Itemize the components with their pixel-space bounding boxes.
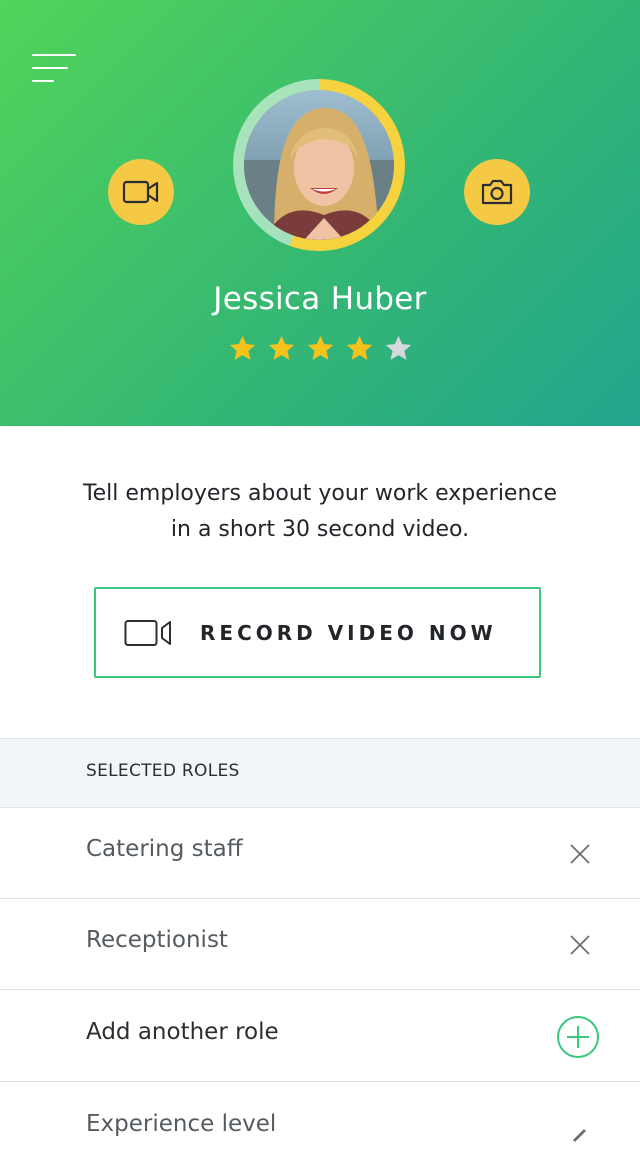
record-video-button[interactable]: RECORD VIDEO NOW [94, 587, 541, 678]
add-role-button[interactable] [556, 1015, 600, 1059]
hamburger-menu-icon [32, 54, 76, 56]
role-label: Receptionist [86, 927, 228, 953]
edit-experience-button[interactable] [560, 1113, 600, 1153]
add-role-label: Add another role [86, 1019, 279, 1045]
video-camera-icon [124, 619, 171, 646]
record-video-icon-button[interactable] [108, 159, 174, 225]
camera-icon [481, 179, 513, 205]
star-empty-icon [385, 335, 411, 360]
close-icon [570, 935, 590, 955]
plus-circle-icon [557, 1016, 599, 1058]
take-photo-icon-button[interactable] [464, 159, 530, 225]
star-filled-icon [229, 335, 255, 360]
profile-header: Jessica Huber [0, 0, 640, 426]
role-label: Catering staff [86, 836, 243, 862]
selected-roles-header: SELECTED ROLES [0, 738, 640, 808]
remove-role-button[interactable] [560, 925, 600, 965]
video-camera-icon [122, 180, 159, 204]
intro-line-1: Tell employers about your work experienc… [82, 481, 558, 506]
star-filled-icon [346, 335, 372, 360]
video-intro-text: Tell employers about your work experienc… [40, 476, 600, 548]
avatar[interactable] [244, 90, 394, 240]
profile-name: Jessica Huber [213, 281, 427, 317]
add-role-row[interactable]: Add another role [0, 991, 640, 1082]
record-video-label: RECORD VIDEO NOW [200, 620, 497, 645]
star-rating [0, 334, 640, 363]
role-row-catering-staff: Catering staff [0, 808, 640, 899]
role-row-receptionist: Receptionist [0, 899, 640, 990]
section-title: SELECTED ROLES [86, 761, 240, 781]
close-icon [570, 844, 590, 864]
star-filled-icon [268, 335, 294, 360]
experience-level-row[interactable]: Experience level [0, 1083, 640, 1174]
avatar-progress-ring [233, 79, 405, 251]
intro-line-2: in a short 30 second video. [170, 517, 470, 542]
remove-role-button[interactable] [560, 834, 600, 874]
experience-level-label: Experience level [86, 1111, 277, 1137]
star-filled-icon [307, 335, 333, 360]
menu-button[interactable] [32, 54, 78, 84]
pencil-icon [573, 1129, 586, 1142]
avatar-photo [244, 90, 394, 240]
